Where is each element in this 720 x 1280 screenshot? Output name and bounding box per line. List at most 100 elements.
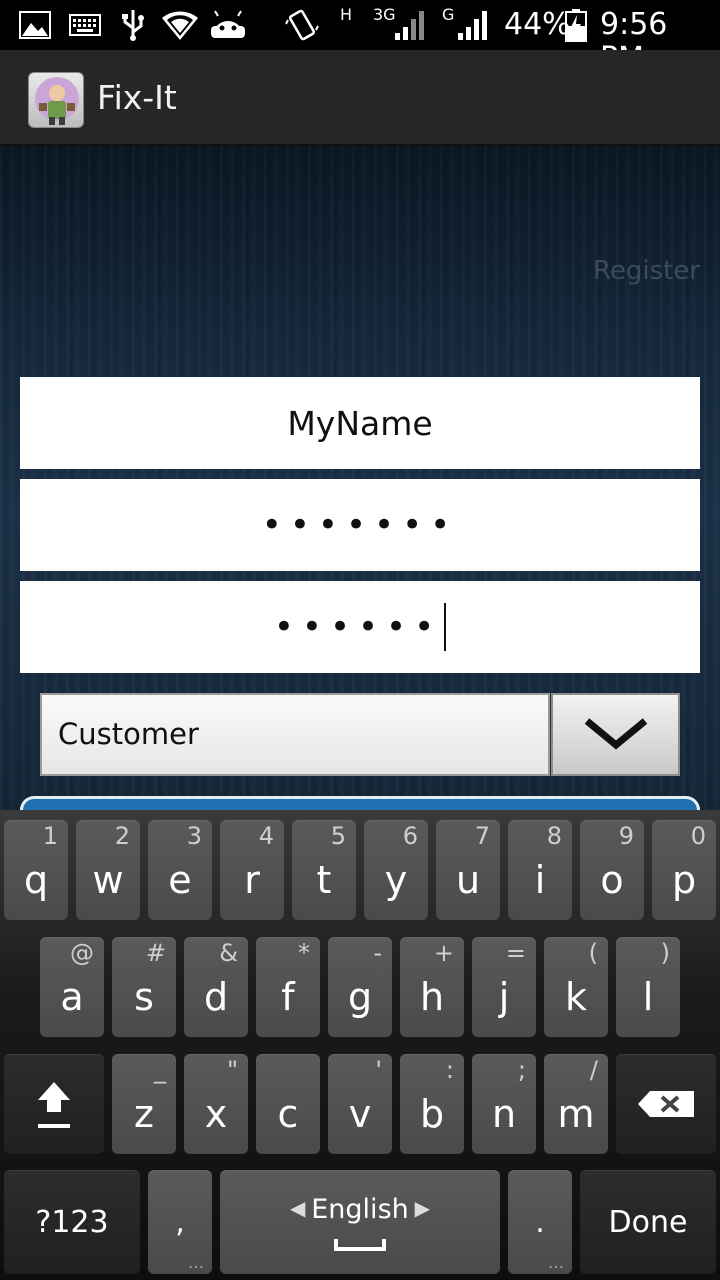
key-hint: @: [70, 939, 94, 967]
key-c[interactable]: c: [256, 1054, 320, 1154]
key-hint: :: [445, 1056, 454, 1084]
backspace-icon: [616, 1054, 716, 1154]
key-hint: 4: [258, 822, 274, 850]
key-label: a: [60, 975, 84, 1019]
key-k[interactable]: (k: [544, 937, 608, 1037]
key-hint: =: [505, 939, 526, 967]
key-hint: ': [375, 1056, 382, 1084]
more-icon: …: [548, 1253, 564, 1272]
key-hint: 2: [114, 822, 130, 850]
shift-key[interactable]: [4, 1054, 104, 1154]
key-label: l: [642, 975, 654, 1019]
key-v[interactable]: ' v: [328, 1054, 392, 1154]
symbols-key-label: ?123: [35, 1204, 109, 1240]
key-hint: #: [145, 939, 166, 967]
key-label: i: [534, 858, 546, 902]
key-hint: 0: [690, 822, 706, 850]
key-label: c: [277, 1092, 299, 1136]
android-icon: [208, 8, 248, 42]
soft-keyboard: ?123 , … ◀ English ▶ . … Done 1q2w3e4r5t…: [0, 810, 720, 1280]
key-label: n: [491, 1092, 517, 1136]
space-bar-icon: [334, 1236, 386, 1255]
key-g[interactable]: -g: [328, 937, 392, 1037]
key-hint: 6: [402, 822, 418, 850]
key-u[interactable]: 7u: [436, 820, 500, 920]
key-hint: -: [373, 939, 382, 967]
user-type-dropdown[interactable]: Customer: [40, 693, 680, 776]
key-l[interactable]: ) l: [616, 937, 680, 1037]
key-label: t: [316, 858, 332, 902]
done-key[interactable]: Done: [580, 1170, 716, 1274]
image-icon: [18, 8, 52, 42]
key-label: x: [204, 1092, 228, 1136]
wifi-icon: [160, 8, 200, 42]
confirm-password-value: ••••••: [273, 607, 443, 647]
key-h[interactable]: + h: [400, 937, 464, 1037]
battery-percent: 44%: [504, 7, 571, 42]
key-hint: &: [219, 939, 238, 967]
network-type-g: G: [442, 5, 455, 24]
key-label: g: [347, 975, 373, 1019]
username-field[interactable]: MyName: [20, 377, 700, 469]
backspace-key[interactable]: [616, 1054, 716, 1154]
chevron-down-icon: [583, 715, 649, 755]
key-m[interactable]: / m: [544, 1054, 608, 1154]
key-r[interactable]: 4r: [220, 820, 284, 920]
key-label: s: [134, 975, 154, 1019]
comma-key[interactable]: , …: [148, 1170, 212, 1274]
app-logo-icon[interactable]: [28, 72, 84, 128]
key-label: o: [600, 858, 624, 902]
confirm-password-field[interactable]: ••••••: [20, 581, 700, 673]
symbols-key[interactable]: ?123: [4, 1170, 140, 1274]
key-x[interactable]: " x: [184, 1054, 248, 1154]
space-key[interactable]: ◀ English ▶: [220, 1170, 500, 1274]
key-hint: +: [433, 939, 454, 967]
key-z[interactable]: _ z: [112, 1054, 176, 1154]
key-hint: (: [588, 939, 598, 967]
key-label: m: [557, 1092, 595, 1136]
password-value: •••••••: [261, 505, 459, 545]
register-label: Register: [592, 256, 700, 286]
more-icon: …: [188, 1253, 204, 1272]
key-j[interactable]: = j: [472, 937, 536, 1037]
signal-icon: [392, 8, 426, 42]
key-e[interactable]: 3e: [148, 820, 212, 920]
vibrate-icon: [284, 8, 320, 42]
key-label: j: [498, 975, 510, 1019]
key-label: v: [348, 1092, 372, 1136]
key-label: p: [671, 858, 697, 902]
dropdown-toggle-button[interactable]: [551, 693, 680, 776]
key-o[interactable]: 9o: [580, 820, 644, 920]
key-d[interactable]: & d: [184, 937, 248, 1037]
key-hint: 1: [42, 822, 58, 850]
network-type-h: H: [340, 5, 353, 24]
key-i[interactable]: 8i: [508, 820, 572, 920]
key-hint: 5: [330, 822, 346, 850]
app-title: Fix-It: [97, 78, 177, 117]
key-label: y: [384, 858, 408, 902]
text-cursor: [444, 603, 447, 651]
key-p[interactable]: 0p: [652, 820, 716, 920]
password-field[interactable]: •••••••: [20, 479, 700, 571]
user-type-select[interactable]: Customer: [40, 693, 550, 776]
key-b[interactable]: :b: [400, 1054, 464, 1154]
key-y[interactable]: 6y: [364, 820, 428, 920]
key-t[interactable]: 5t: [292, 820, 356, 920]
key-hint: /: [589, 1056, 598, 1084]
battery-charging-icon: [564, 8, 588, 42]
key-label: e: [168, 858, 192, 902]
key-w[interactable]: 2w: [76, 820, 140, 920]
key-q[interactable]: 1q: [4, 820, 68, 920]
signal-icon: [455, 8, 489, 42]
key-label: w: [92, 858, 124, 902]
username-value: MyName: [287, 403, 433, 443]
key-n[interactable]: ; n: [472, 1054, 536, 1154]
period-key[interactable]: . …: [508, 1170, 572, 1274]
key-hint: *: [298, 939, 310, 967]
key-f[interactable]: * f: [256, 937, 320, 1037]
action-bar: Fix-It: [0, 50, 720, 146]
key-label: f: [281, 975, 295, 1019]
key-a[interactable]: @ a: [40, 937, 104, 1037]
key-hint: ": [226, 1056, 238, 1084]
key-s[interactable]: # s: [112, 937, 176, 1037]
